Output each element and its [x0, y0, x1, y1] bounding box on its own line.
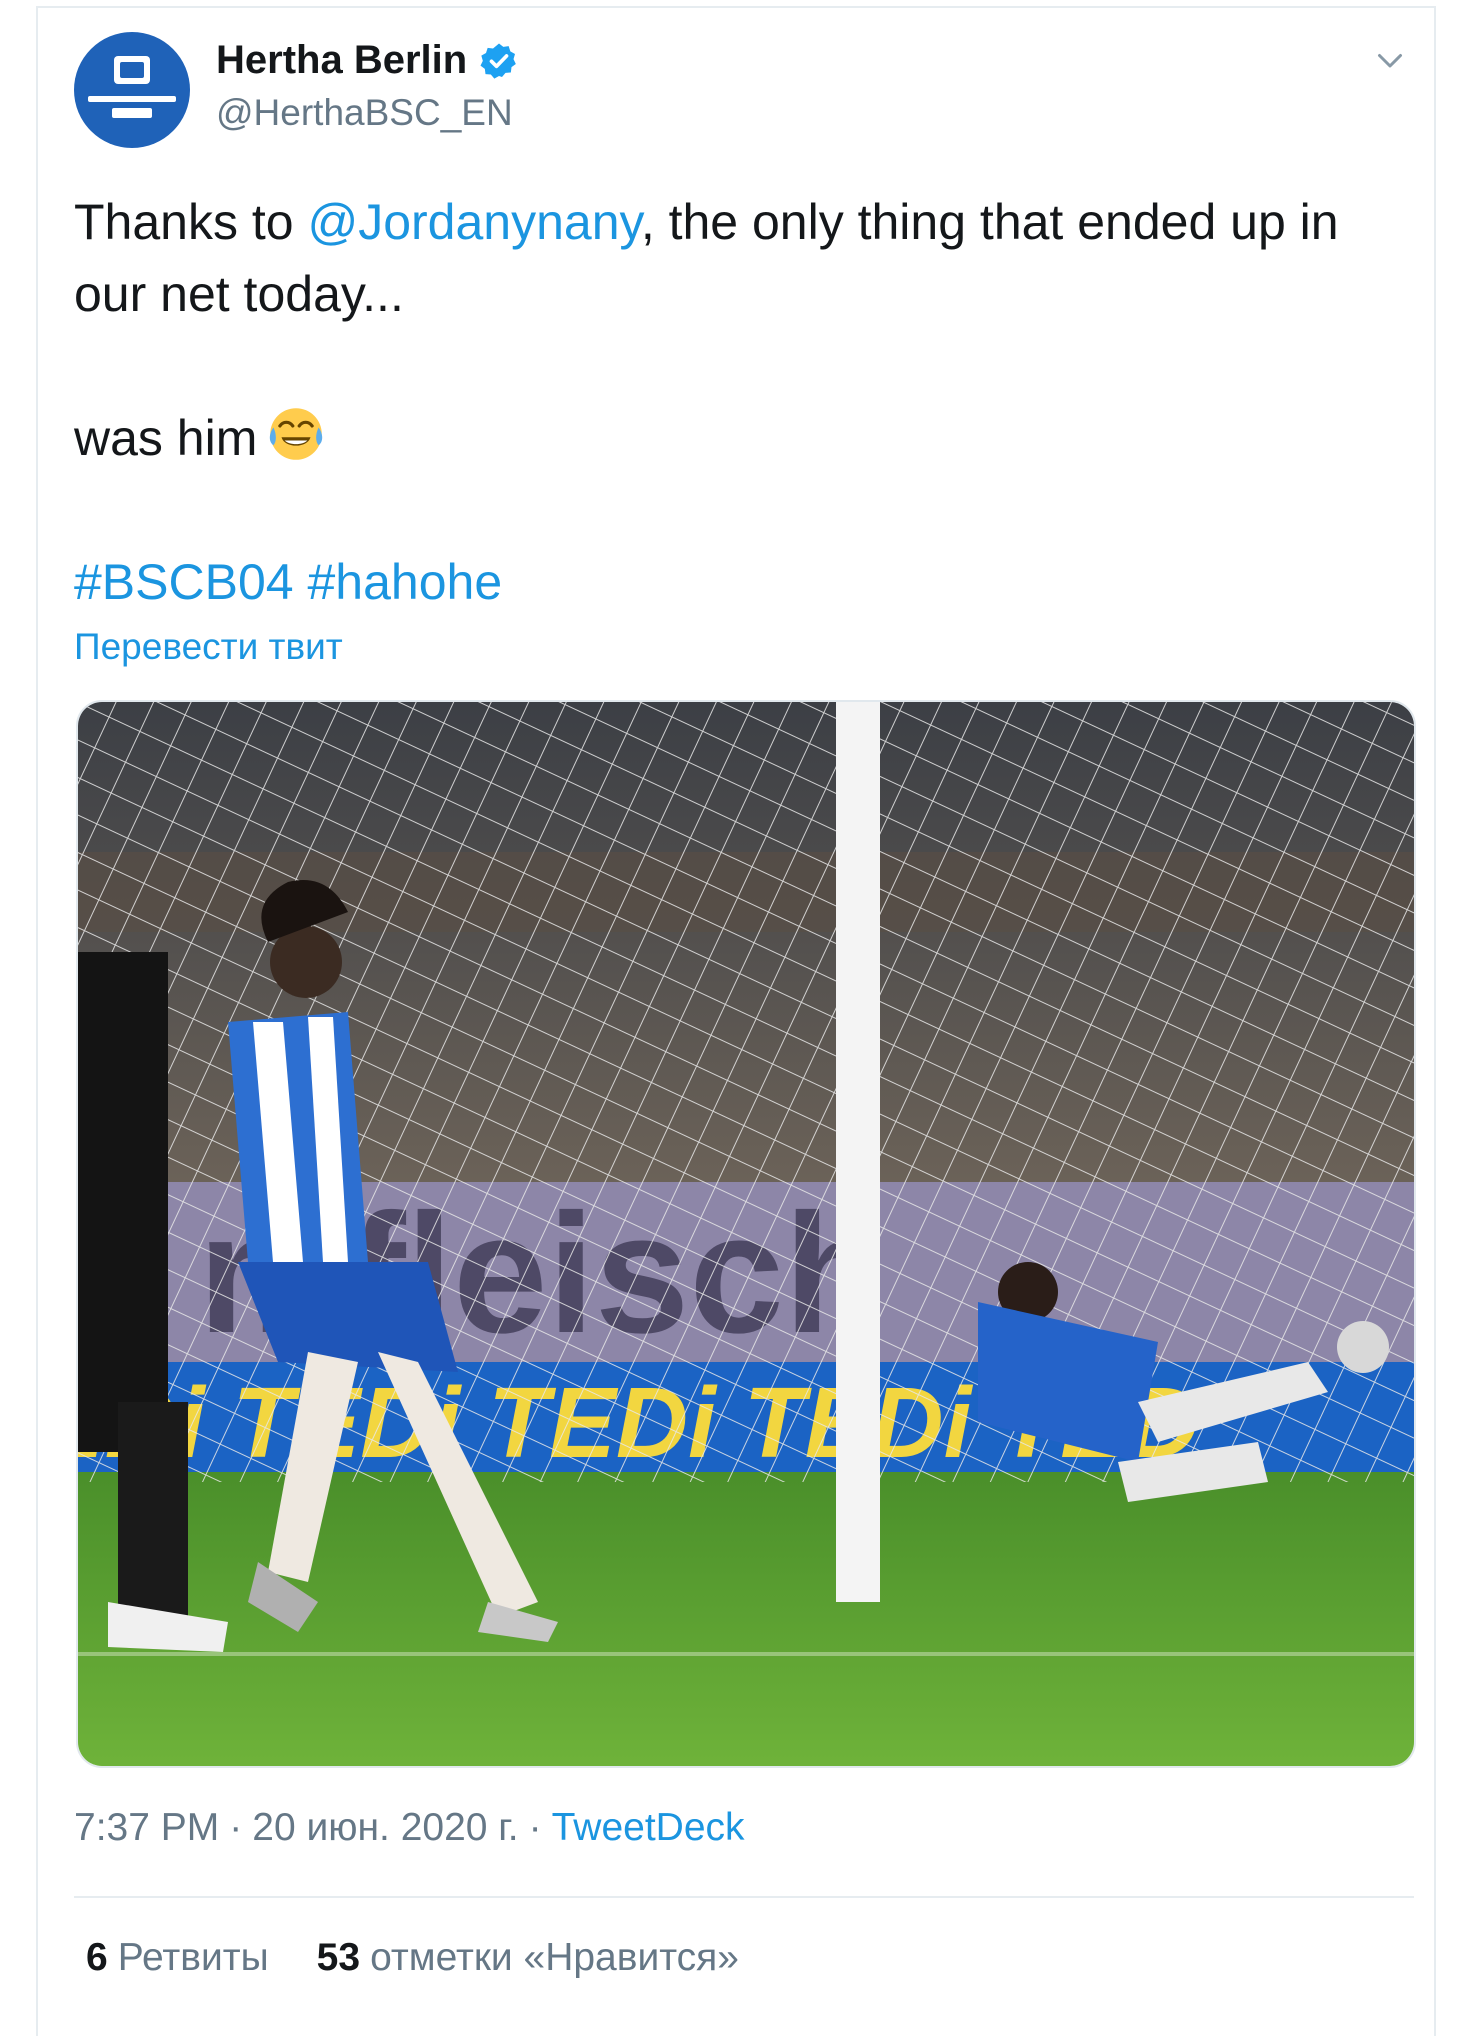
- tweet-stats: 6 Ретвиты 53 отметки «Нравится»: [86, 1936, 739, 1980]
- likes-label: отметки «Нравится»: [370, 1936, 739, 1979]
- retweets-count: 6: [86, 1936, 108, 1979]
- hashtag-link[interactable]: #BSCB04: [74, 554, 294, 610]
- avatar-wordmark-city: [112, 108, 152, 118]
- club-crest-icon: [114, 56, 150, 84]
- avatar-wordmark: [88, 96, 176, 102]
- meta-separator: ·: [229, 1806, 243, 1849]
- text-segment: was him: [74, 410, 258, 466]
- divider: [74, 1896, 1414, 1898]
- chevron-down-icon[interactable]: [1372, 42, 1408, 78]
- meta-separator: ·: [528, 1806, 542, 1849]
- author-name-row[interactable]: Hertha Berlin: [216, 38, 519, 83]
- retweets-stat[interactable]: 6 Ретвиты: [86, 1936, 269, 1980]
- goal-post: [836, 702, 880, 1602]
- tweet-date[interactable]: 20 июн. 2020 г.: [252, 1806, 518, 1850]
- verified-badge-icon: [480, 43, 517, 79]
- retweets-label: Ретвиты: [117, 1936, 269, 1979]
- text-gap: [74, 330, 1414, 402]
- display-name[interactable]: Hertha Berlin: [216, 38, 467, 83]
- translate-tweet-link[interactable]: Перевести твит: [74, 626, 343, 668]
- tweet-header: Hertha Berlin @HerthaBSC_EN: [74, 32, 1414, 152]
- mention-link[interactable]: @Jordanynany: [307, 194, 640, 250]
- tweet-photo[interactable]: mfleisch EDi TEDi TEDi TEDi TED: [76, 700, 1416, 1768]
- likes-count: 53: [316, 1936, 361, 1979]
- tweet-source-link[interactable]: TweetDeck: [552, 1806, 745, 1850]
- text-gap: [74, 474, 1414, 546]
- text-segment: Thanks to: [74, 194, 308, 250]
- tweet-text: Thanks to @Jordanynany, the only thing t…: [74, 186, 1414, 618]
- tweet-meta: 7:37 PM · 20 июн. 2020 г. · TweetDeck: [74, 1806, 745, 1850]
- tweet-text-line1: Thanks to @Jordanynany, the only thing t…: [74, 186, 1414, 330]
- likes-stat[interactable]: 53 отметки «Нравится»: [317, 1936, 739, 1980]
- face-with-tears-of-joy-icon: [270, 408, 323, 460]
- hashtag-link[interactable]: #hahohe: [308, 554, 503, 610]
- tweet-text-line2: was him: [74, 402, 1414, 474]
- goal-photo-image: mfleisch EDi TEDi TEDi TEDi TED: [78, 702, 1414, 1766]
- avatar[interactable]: [74, 32, 190, 148]
- author-handle[interactable]: @HerthaBSC_EN: [216, 92, 513, 134]
- tweet-time[interactable]: 7:37 PM: [74, 1806, 219, 1850]
- tweet-hashtags: #BSCB04 #hahohe: [74, 546, 1414, 618]
